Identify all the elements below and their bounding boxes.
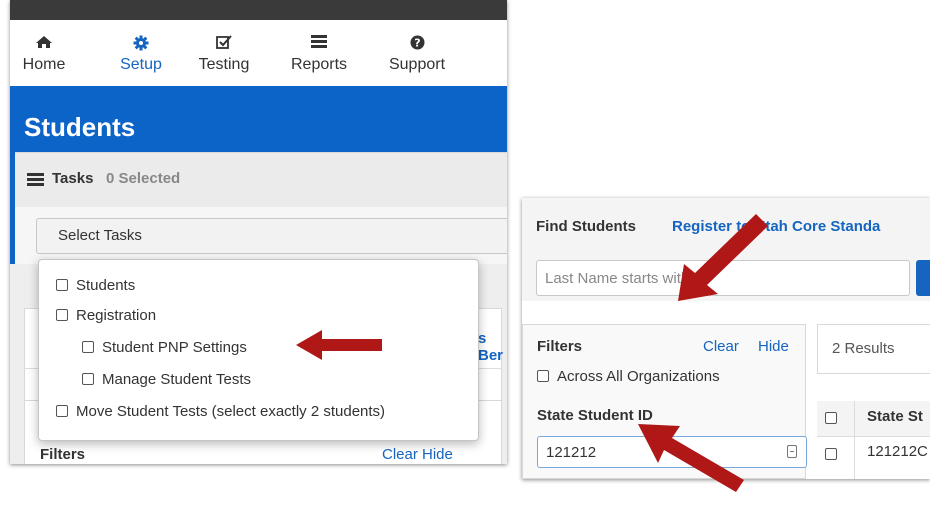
nav-support[interactable]: ? Support xyxy=(384,35,450,75)
list-icon xyxy=(284,35,354,55)
nav-home[interactable]: Home xyxy=(18,35,70,75)
nav-setup[interactable]: Setup xyxy=(115,35,167,75)
checkbox[interactable] xyxy=(56,279,68,291)
results-count: 2 Results xyxy=(832,340,895,357)
page-title: Students xyxy=(24,112,136,142)
nav-reports-label: Reports xyxy=(290,56,348,73)
dropdown-item-label: Students xyxy=(76,277,136,294)
select-tasks-dropdown[interactable]: Select Tasks xyxy=(36,218,507,254)
across-all-orgs-label: Across All Organizations xyxy=(557,368,720,385)
checkbox-icon xyxy=(193,35,255,55)
select-all-checkbox[interactable] xyxy=(825,412,837,424)
hide-filters-link[interactable]: Hide xyxy=(758,338,789,355)
red-arrow-icon xyxy=(296,330,382,360)
page-header: Students Tasks 0 Selected Select Tasks xyxy=(10,86,507,264)
checkbox[interactable] xyxy=(82,373,94,385)
nav-testing-label: Testing xyxy=(198,56,250,73)
nav-home-label: Home xyxy=(22,56,66,73)
top-bar xyxy=(10,0,507,20)
checkbox[interactable] xyxy=(56,405,68,417)
tasks-label: Tasks xyxy=(52,170,94,187)
dropdown-item-registration[interactable]: Registration xyxy=(56,306,156,326)
tasks-icon xyxy=(27,173,44,191)
partial-link-text[interactable]: s Ber xyxy=(478,330,507,364)
nav-reports[interactable]: Reports xyxy=(284,35,354,75)
home-icon xyxy=(18,35,70,55)
dropdown-item-student-pnp-settings[interactable]: Student PNP Settings xyxy=(82,338,247,358)
across-all-orgs-option[interactable]: Across All Organizations xyxy=(537,368,720,385)
checkbox[interactable] xyxy=(537,370,549,382)
dropdown-item-move-student-tests[interactable]: Move Student Tests (select exactly 2 stu… xyxy=(56,402,385,422)
find-students-title: Find Students xyxy=(536,218,636,235)
tasks-select-area: Select Tasks xyxy=(15,207,507,264)
filters-label: Filters xyxy=(40,446,86,463)
dropdown-item-label: Move Student Tests (select exactly 2 stu… xyxy=(76,403,386,420)
search-button[interactable] xyxy=(916,260,930,296)
svg-text:?: ? xyxy=(414,37,420,50)
red-arrow-icon xyxy=(678,214,768,301)
nav-setup-label: Setup xyxy=(120,56,162,73)
table-cell-ssid: 121212C xyxy=(867,443,928,460)
clear-filters-link[interactable]: Clear xyxy=(703,338,739,355)
clear-hide-links[interactable]: Clear Hide xyxy=(382,446,453,463)
column-divider xyxy=(854,401,855,479)
help-icon: ? xyxy=(384,35,450,55)
column-header-state-student-id[interactable]: State St xyxy=(867,408,923,425)
checkbox[interactable] xyxy=(82,341,94,353)
tasks-screenshot: Home Setup Testing Reports ? Support Stu… xyxy=(10,0,507,464)
dropdown-item-students[interactable]: Students xyxy=(56,276,135,296)
gear-icon xyxy=(115,35,167,55)
tasks-selected-count: 0 Selected xyxy=(106,170,181,187)
row-checkbox[interactable] xyxy=(825,448,837,460)
filters-title: Filters xyxy=(537,338,583,355)
tasks-bar: Tasks 0 Selected xyxy=(15,152,507,207)
nav-testing[interactable]: Testing xyxy=(193,35,255,75)
dropdown-item-label: Registration xyxy=(76,307,157,324)
red-arrow-icon xyxy=(638,424,744,492)
dropdown-item-label: Manage Student Tests xyxy=(102,371,251,388)
checkbox[interactable] xyxy=(56,309,68,321)
nav-support-label: Support xyxy=(388,56,446,73)
tasks-dropdown-menu: Students Registration Student PNP Settin… xyxy=(38,259,479,441)
main-nav: Home Setup Testing Reports ? Support xyxy=(10,20,507,86)
dropdown-item-manage-student-tests[interactable]: Manage Student Tests xyxy=(82,370,251,390)
contact-card-icon[interactable] xyxy=(787,445,797,458)
dropdown-item-label: Student PNP Settings xyxy=(102,339,247,356)
